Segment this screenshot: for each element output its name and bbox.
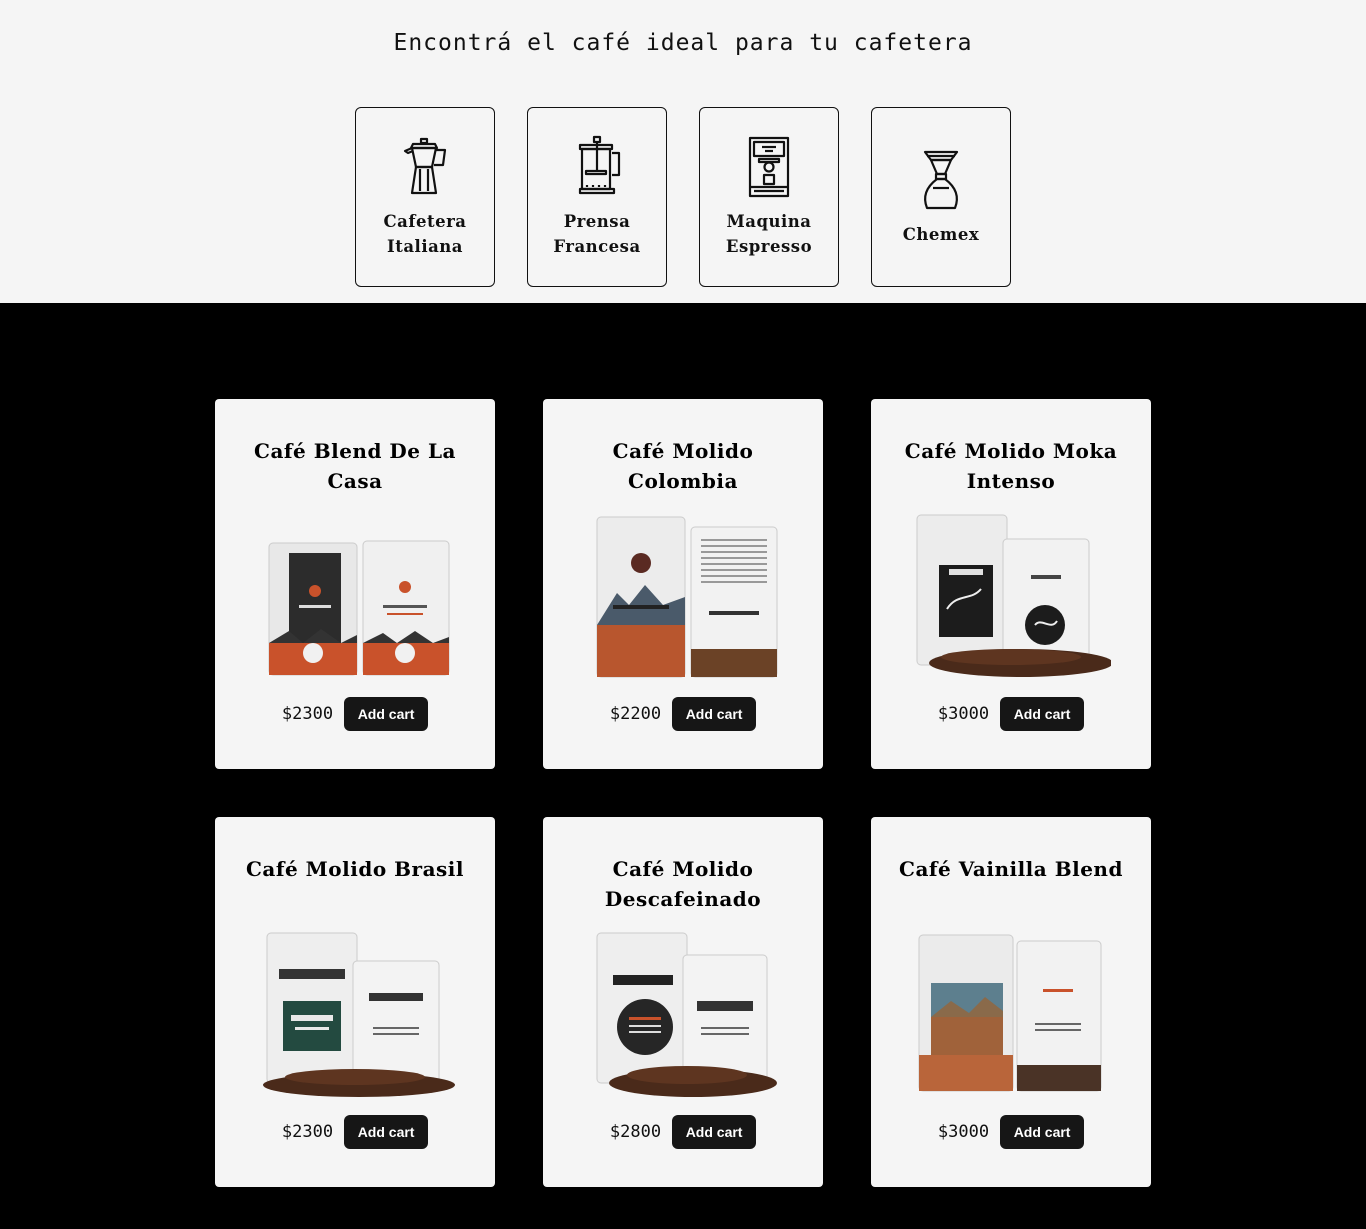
product-price: $2200	[609, 704, 662, 724]
brewer-label: Maquina Espresso	[725, 212, 813, 256]
french-press-icon	[578, 135, 621, 195]
product-price: $2800	[609, 1122, 662, 1142]
product-image	[916, 514, 1111, 677]
add-cart-button[interactable]: Add cart	[344, 1115, 429, 1149]
purchase-row: $2200 Add cart	[543, 697, 823, 731]
product-title: Café Molido Descafeinado	[604, 857, 762, 911]
brewer-selector-section: Encontrá el café ideal para tu cafetera …	[0, 0, 1366, 303]
purchase-row: $3000 Add cart	[871, 1115, 1151, 1149]
product-card: Café Molido Descafeinado $2800 Add cart	[543, 817, 823, 1187]
product-price: $2300	[281, 1122, 334, 1142]
product-card: Café Molido Moka Intenso $3000 Add cart	[871, 399, 1151, 769]
brewer-label: Chemex	[902, 224, 980, 244]
product-title: Café Blend De La Casa	[254, 439, 456, 493]
purchase-row: $2300 Add cart	[215, 697, 495, 731]
add-cart-button[interactable]: Add cart	[672, 697, 757, 731]
product-image	[918, 934, 1102, 1092]
purchase-row: $3000 Add cart	[871, 697, 1151, 731]
add-cart-button[interactable]: Add cart	[344, 697, 429, 731]
product-image	[596, 516, 778, 678]
add-cart-button[interactable]: Add cart	[672, 1115, 757, 1149]
product-title: Café Molido Colombia	[612, 439, 754, 493]
purchase-row: $2800 Add cart	[543, 1115, 823, 1149]
product-card: Café Blend De La Casa $2300 Add cart	[215, 399, 495, 769]
product-image	[268, 540, 450, 676]
chemex-icon	[923, 150, 959, 209]
product-card: Café Vainilla Blend $3000 Add cart	[871, 817, 1151, 1187]
brewer-card-chemex[interactable]: Chemex	[871, 107, 1011, 287]
product-title: Café Molido Moka Intenso	[904, 439, 1118, 493]
product-image	[596, 932, 777, 1097]
product-title: Café Vainilla Blend	[899, 857, 1123, 881]
brewer-list: Cafetera Italiana Prensa Francesa Maquin…	[355, 107, 1011, 287]
brewer-card-espresso[interactable]: Maquina Espresso	[699, 107, 839, 287]
brewer-card-moka[interactable]: Cafetera Italiana	[355, 107, 495, 287]
product-card: Café Molido Colombia $2200 Add cart	[543, 399, 823, 769]
product-price: $2300	[281, 704, 334, 724]
purchase-row: $2300 Add cart	[215, 1115, 495, 1149]
product-image	[263, 932, 455, 1097]
product-title: Café Molido Brasil	[246, 857, 464, 881]
add-cart-button[interactable]: Add cart	[1000, 697, 1085, 731]
product-price: $3000	[937, 704, 990, 724]
section-title: Encontrá el café ideal para tu cafetera	[393, 30, 973, 56]
product-grid: Café Blend De La Casa $2300 Add cart Caf…	[215, 399, 1151, 1187]
brewer-card-french-press[interactable]: Prensa Francesa	[527, 107, 667, 287]
moka-pot-icon	[403, 137, 447, 195]
add-cart-button[interactable]: Add cart	[1000, 1115, 1085, 1149]
brewer-label: Cafetera Italiana	[383, 212, 467, 256]
espresso-machine-icon	[748, 136, 790, 198]
product-card: Café Molido Brasil $2300 Add cart	[215, 817, 495, 1187]
product-price: $3000	[937, 1122, 990, 1142]
brewer-label: Prensa Francesa	[553, 212, 641, 256]
